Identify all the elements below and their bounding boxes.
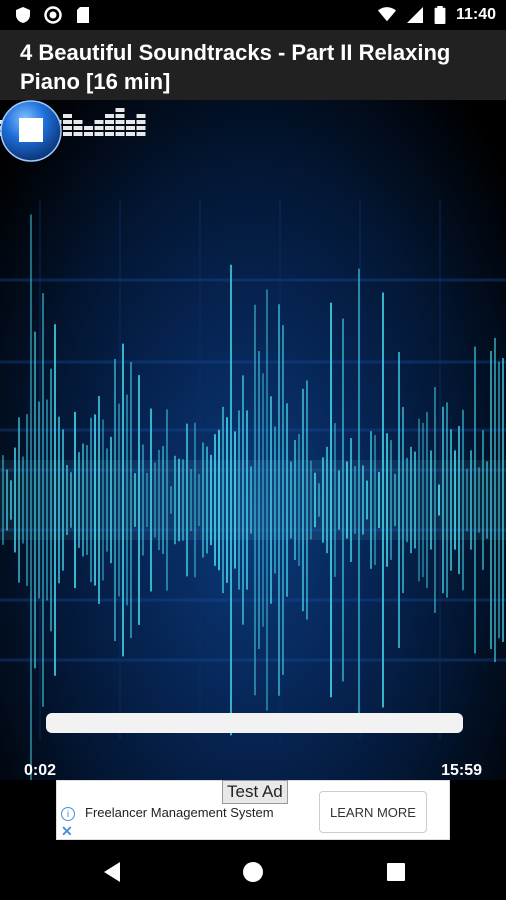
- record-icon: [44, 6, 62, 24]
- sd-card-icon: [77, 7, 89, 23]
- ad-info-icon[interactable]: i: [61, 807, 75, 821]
- home-button[interactable]: [241, 860, 265, 884]
- recents-button[interactable]: [384, 860, 408, 884]
- waveform-visualizer: 0:02 15:59: [0, 100, 506, 780]
- stop-icon: [19, 118, 43, 142]
- signal-icon: [406, 7, 423, 23]
- battery-icon: [434, 6, 446, 24]
- status-time: 11:40: [455, 6, 496, 23]
- ad-badge: Test Ad: [222, 780, 288, 804]
- track-title: 4 Beautiful Soundtracks - Part II Relaxi…: [20, 40, 451, 94]
- stop-button[interactable]: [0, 100, 62, 162]
- wifi-icon: [377, 7, 396, 22]
- title-bar: 4 Beautiful Soundtracks - Part II Relaxi…: [0, 30, 506, 100]
- waveform-graphic: [0, 200, 506, 780]
- back-button[interactable]: [100, 860, 124, 884]
- shield-icon: [16, 7, 30, 23]
- ad-text: Freelancer Management System: [85, 805, 274, 820]
- total-time: 15:59: [441, 762, 482, 779]
- ad-banner[interactable]: Test Ad i ✕ Freelancer Management System…: [56, 780, 450, 840]
- ad-close-icon[interactable]: ✕: [61, 823, 73, 840]
- progress-bar[interactable]: [46, 713, 463, 733]
- status-bar: 11:40: [0, 0, 506, 30]
- navigation-bar: [0, 842, 506, 900]
- current-time: 0:02: [24, 762, 57, 779]
- ad-learn-more-button[interactable]: LEARN MORE: [319, 791, 427, 833]
